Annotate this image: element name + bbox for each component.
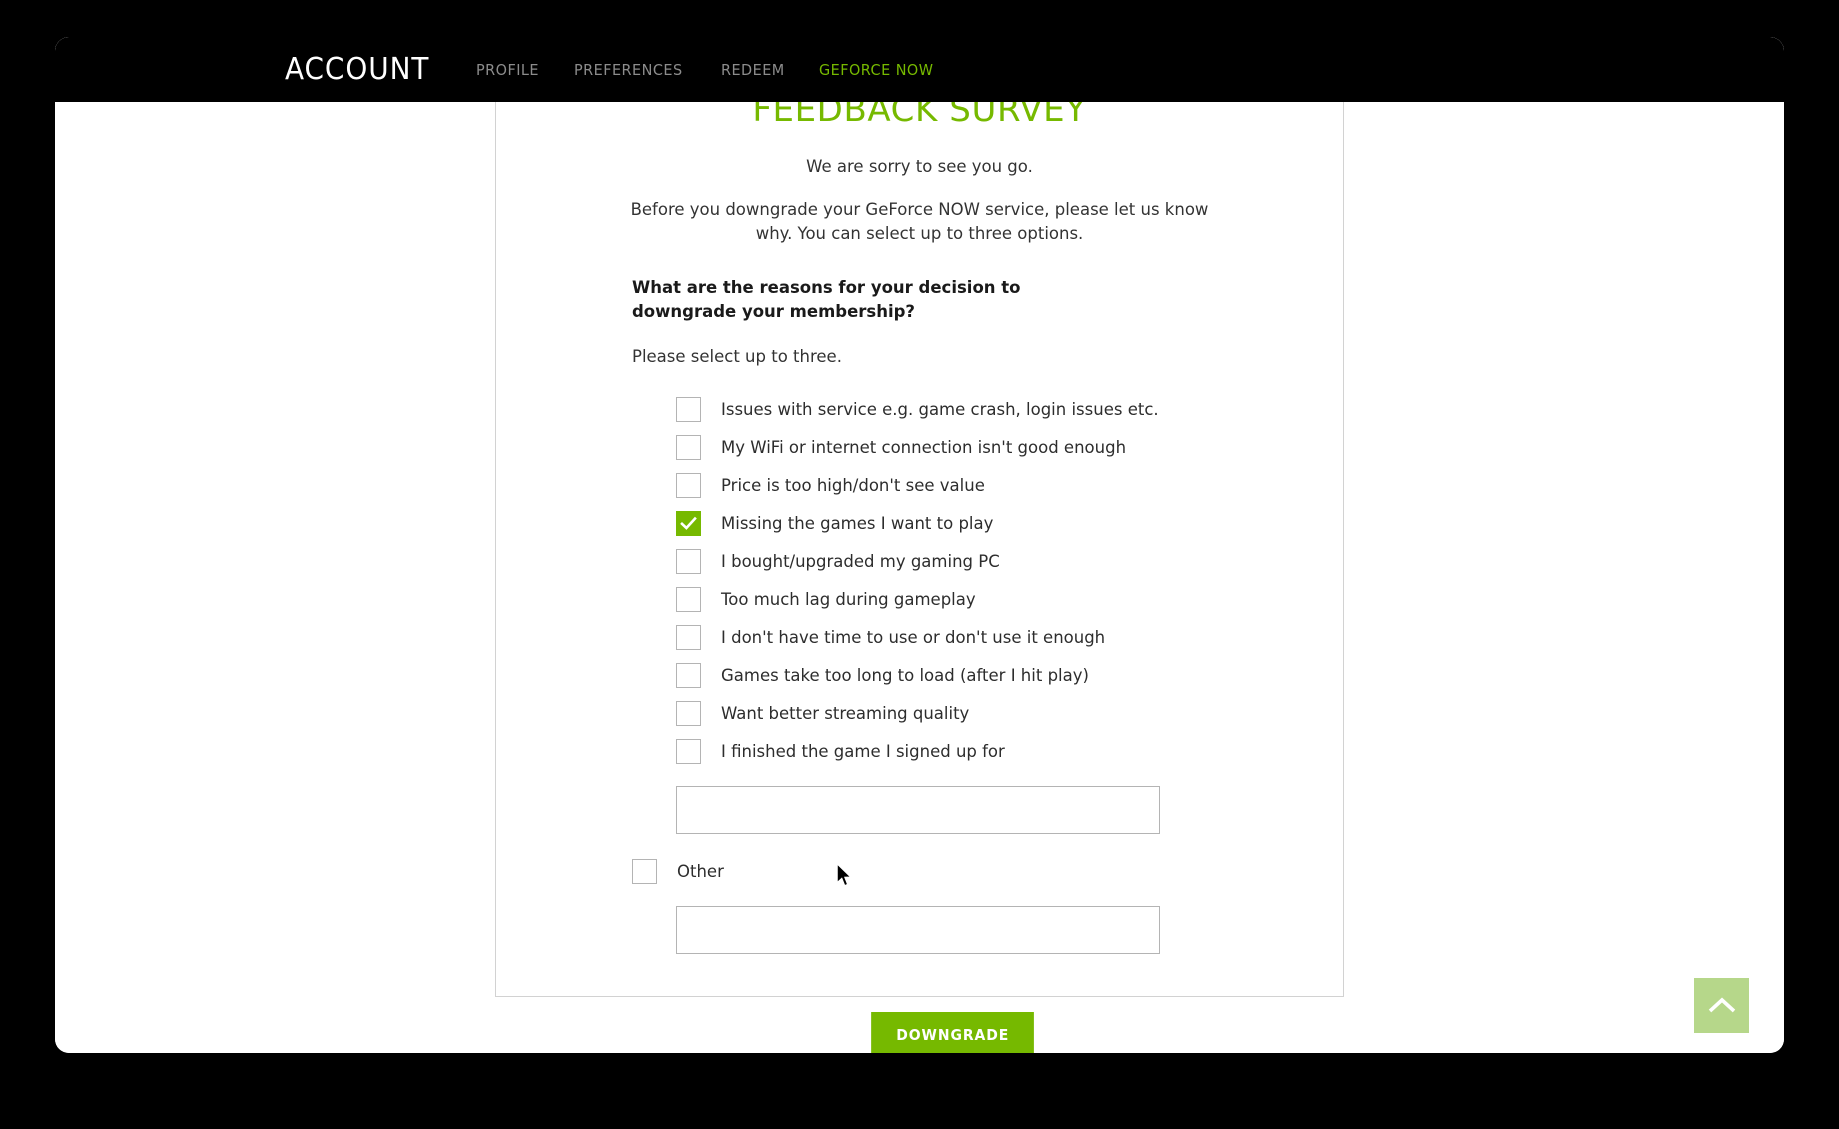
option-label: I don't have time to use or don't use it… [721, 627, 1106, 647]
option-row[interactable]: Missing the games I want to play [676, 504, 1273, 542]
page-body: FEEDBACK SURVEY We are sorry to see you … [55, 37, 1784, 1053]
nav-link-preferences[interactable]: PREFERENCES [574, 61, 683, 79]
nav-link-redeem[interactable]: REDEEM [721, 61, 785, 79]
option-row[interactable]: Price is too high/don't see value [676, 466, 1273, 504]
option-row-other[interactable]: Other [632, 852, 1273, 890]
option-row[interactable]: Want better streaming quality [676, 694, 1273, 732]
option-label-other: Other [677, 861, 724, 881]
option-row[interactable]: Too much lag during gameplay [676, 580, 1273, 618]
top-navigation-bar: ACCOUNT PROFILE PREFERENCES REDEEM GEFORCE … [55, 37, 1784, 102]
chevron-up-icon [1708, 997, 1735, 1012]
option-row[interactable]: Issues with service e.g. game crash, log… [676, 390, 1273, 428]
checkbox-option-3[interactable] [676, 510, 701, 536]
survey-card: FEEDBACK SURVEY We are sorry to see you … [495, 37, 1344, 1053]
intro-paragraph: Before you downgrade your GeForce NOW se… [630, 200, 1209, 244]
option-row[interactable]: I finished the game I signed up for [676, 732, 1273, 770]
option-label: My WiFi or internet connection isn't goo… [721, 437, 1127, 457]
question-label: What are the reasons for your decision t… [632, 278, 1021, 321]
submit-wrap: DOWNGRADE [632, 1012, 1273, 1053]
options-list: Issues with service e.g. game crash, log… [632, 390, 1273, 770]
checkbox-other[interactable] [632, 858, 657, 884]
checkbox-option-8[interactable] [676, 700, 701, 726]
option-label: Issues with service e.g. game crash, log… [721, 399, 1159, 419]
checkbox-option-7[interactable] [676, 662, 701, 688]
option-label: Too much lag during gameplay [721, 589, 976, 609]
downgrade-button[interactable]: DOWNGRADE [870, 1012, 1035, 1053]
select-hint: Please select up to three. [632, 347, 842, 367]
checkbox-option-9[interactable] [676, 738, 701, 764]
checkbox-option-5[interactable] [676, 586, 701, 612]
question-block: What are the reasons for your decision t… [496, 276, 1343, 1053]
option-label: Want better streaming quality [721, 703, 970, 723]
option-row[interactable]: My WiFi or internet connection isn't goo… [676, 428, 1273, 466]
checkbox-option-6[interactable] [676, 624, 701, 650]
option-label: Missing the games I want to play [721, 513, 994, 533]
survey-inner: FEEDBACK SURVEY We are sorry to see you … [496, 37, 1343, 1053]
checkbox-option-4[interactable] [676, 548, 701, 574]
nav-links: PROFILE PREFERENCES REDEEM GEFORCE NOW [476, 61, 942, 79]
app-window: FEEDBACK SURVEY We are sorry to see you … [55, 37, 1784, 1053]
option-label: I finished the game I signed up for [721, 741, 1005, 761]
checkbox-option-1[interactable] [676, 434, 701, 460]
option-row[interactable]: Games take too long to load (after I hit… [676, 656, 1273, 694]
option-label: Price is too high/don't see value [721, 475, 985, 495]
check-icon [680, 516, 697, 530]
sorry-message: We are sorry to see you go. [806, 157, 1033, 177]
checkbox-option-2[interactable] [676, 472, 701, 498]
option-label: Games take too long to load (after I hit… [721, 665, 1089, 685]
nav-link-geforce-now[interactable]: GEFORCE NOW [819, 61, 933, 79]
missing-games-text-input[interactable] [676, 786, 1160, 835]
account-title: ACCOUNT [285, 51, 430, 87]
checkbox-option-0[interactable] [676, 396, 701, 422]
option-row[interactable]: I bought/upgraded my gaming PC [676, 542, 1273, 580]
option-label: I bought/upgraded my gaming PC [721, 551, 1000, 571]
scroll-to-top-button[interactable] [1694, 978, 1749, 1033]
other-text-input[interactable] [676, 906, 1160, 955]
option-row[interactable]: I don't have time to use or don't use it… [676, 618, 1273, 656]
nav-link-profile[interactable]: PROFILE [476, 61, 539, 79]
